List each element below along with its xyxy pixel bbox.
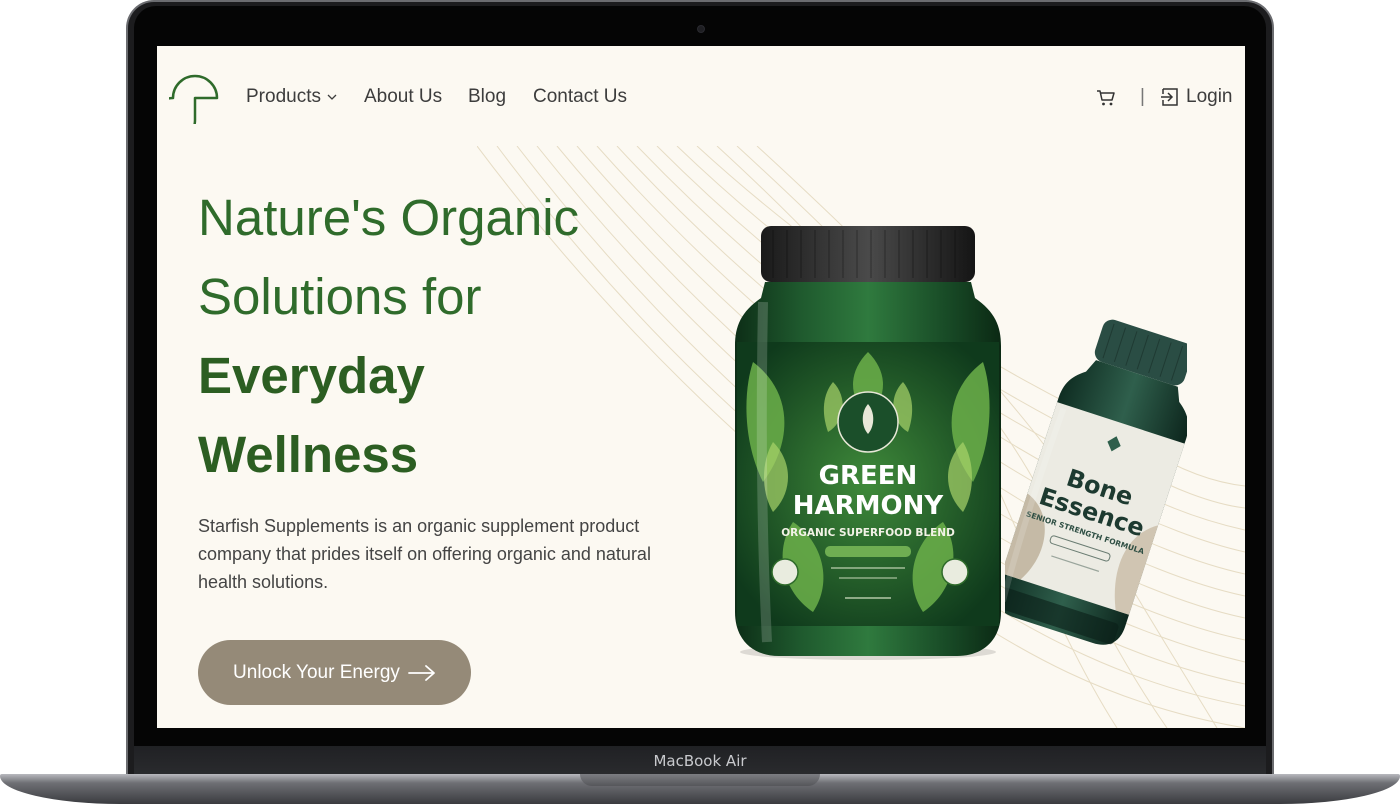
green-harmony-name-line-1: GREEN <box>819 461 918 491</box>
nav-blog[interactable]: Blog <box>468 86 506 108</box>
top-navigation: Products About Us Blog Contact Us | Logi… <box>157 46 1245 150</box>
hero-title-line-3: Everyday <box>198 347 425 404</box>
login-button[interactable]: Login <box>1160 86 1233 108</box>
hero-title-line-4: Wellness <box>198 426 419 483</box>
hero-title-line-1: Nature's Organic <box>198 189 580 246</box>
nav-divider: | <box>1140 86 1145 107</box>
green-harmony-name-line-2: HARMONY <box>793 491 945 521</box>
bone-essence-product-image: Bone Essence SENIOR STRENGTH FORMULA <box>1005 319 1187 645</box>
website-screen: Products About Us Blog Contact Us | Logi… <box>157 46 1245 728</box>
camera-icon <box>697 25 705 33</box>
laptop-notch <box>580 774 820 786</box>
device-label: MacBook Air <box>653 752 747 770</box>
nav-about-us[interactable]: About Us <box>364 86 442 108</box>
hero-description: Starfish Supplements is an organic suppl… <box>198 516 651 592</box>
nav-contact-us[interactable]: Contact Us <box>533 86 627 108</box>
cart-icon[interactable] <box>1096 88 1116 108</box>
hero-title: Nature's Organic Solutions for Everyday … <box>198 178 718 494</box>
hero-title-line-2: Solutions for <box>198 268 482 325</box>
nav-products-label: Products <box>246 86 321 107</box>
nav-products[interactable]: Products <box>246 86 337 108</box>
chevron-down-icon <box>327 94 337 100</box>
arrow-right-icon <box>408 664 435 681</box>
green-harmony-subtitle: ORGANIC SUPERFOOD BLEND <box>781 527 955 539</box>
cta-label: Unlock Your Energy <box>233 661 400 683</box>
green-harmony-product-image: GREEN HARMONY ORGANIC SUPERFOOD BLEND <box>735 226 1001 660</box>
unlock-energy-button[interactable]: Unlock Your Energy <box>198 640 471 705</box>
login-label: Login <box>1186 86 1233 107</box>
brand-logo-icon[interactable] <box>169 72 221 124</box>
login-icon <box>1161 88 1178 106</box>
